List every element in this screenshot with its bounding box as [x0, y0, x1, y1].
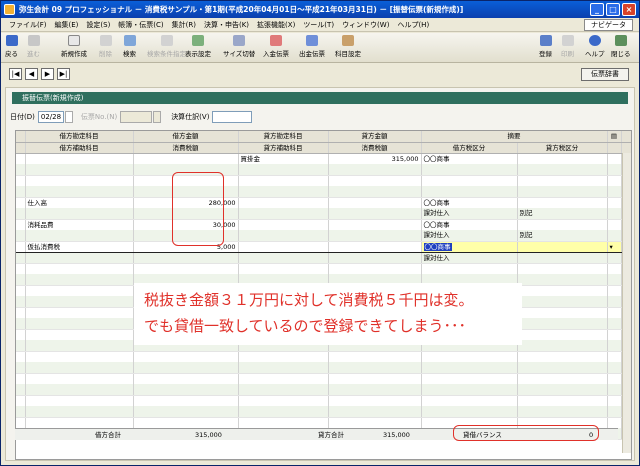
search-icon	[123, 35, 136, 46]
col-dr-tax: 消費税額	[133, 142, 239, 154]
window-title: 弥生会計 09 プロフェッショナル － 消費税サンプル・第1期(平成20年04月…	[19, 5, 464, 14]
prev-record-button[interactable]: ◀	[25, 68, 38, 80]
col-cr-sub-account: 貸方補助科目	[238, 142, 329, 154]
memo-icon[interactable]: ▤	[607, 131, 622, 143]
menu-tools[interactable]: ツール(T)	[299, 20, 338, 30]
table-row[interactable]: 仕入高 280,000 〇〇商事	[16, 196, 631, 208]
menu-edit[interactable]: 編集(E)	[51, 20, 83, 30]
help-icon	[588, 35, 601, 46]
search-condition-icon	[160, 35, 173, 46]
col-cr-tax-class: 貸方税区分	[517, 142, 608, 154]
new-document-icon	[68, 35, 80, 46]
back-button[interactable]: 戻る	[5, 35, 18, 58]
title-bar: 弥生会計 09 プロフェッショナル － 消費税サンプル・第1期(平成20年04月…	[1, 1, 639, 18]
menu-window[interactable]: ウィンドウ(W)	[338, 20, 393, 30]
minimize-button[interactable]: _	[590, 3, 604, 16]
table-row[interactable]: 消耗品費 30,000 〇〇商事	[16, 218, 631, 230]
forward-arrow-icon	[27, 35, 40, 46]
cr-total-value: 315,000	[383, 431, 410, 439]
col-memo: 摘要	[421, 131, 608, 143]
cr-total-label: 貸方合計	[318, 431, 344, 439]
annotation-callout: 税抜き金額３１万円に対して消費税５千円は変。 でも貸借一致しているので登録できて…	[134, 283, 522, 345]
col-dr-account: 借方勘定科目	[25, 131, 134, 143]
slip-no-input[interactable]	[120, 111, 153, 123]
col-dr-sub-account: 借方補助科目	[25, 142, 134, 154]
search-button[interactable]: 検索	[123, 35, 136, 58]
record-navigation: |◀ ◀ ▶ ▶| 伝票辞書	[1, 65, 639, 83]
annotation-line-1: 税抜き金額３１万円に対して消費税５千円は変。	[144, 291, 474, 309]
highlight-balance-box	[453, 425, 599, 441]
col-cr-amount: 貸方金額	[328, 131, 422, 143]
size-toggle-button[interactable]: サイズ切替	[223, 35, 255, 58]
receipt-slip-button[interactable]: 入金伝票	[263, 35, 289, 58]
dr-total-value: 315,000	[195, 431, 222, 439]
delete-icon	[99, 35, 112, 46]
search-condition-button[interactable]: 検索条件指定	[147, 35, 186, 58]
date-spinner[interactable]	[64, 111, 73, 123]
menu-books[interactable]: 帳簿・伝票(C)	[114, 20, 167, 30]
app-icon	[4, 4, 15, 15]
app-window: 弥生会計 09 プロフェッショナル － 消費税サンプル・第1期(平成20年04月…	[0, 0, 640, 466]
slip-no-spinner[interactable]	[153, 111, 162, 123]
help-button[interactable]: ヘルプ	[585, 35, 605, 58]
menu-extensions[interactable]: 拡張機能(X)	[253, 20, 299, 30]
maximize-button[interactable]: □	[606, 3, 620, 16]
register-button[interactable]: 登録	[539, 35, 552, 58]
col-dr-amount: 借方金額	[133, 131, 239, 143]
menu-settings[interactable]: 設定(S)	[82, 20, 114, 30]
dr-total-label: 借方合計	[95, 431, 121, 439]
new-button[interactable]: 新規作成	[61, 35, 87, 58]
close-button[interactable]: 閉じる	[611, 35, 631, 58]
last-record-button[interactable]: ▶|	[57, 68, 70, 80]
next-record-button[interactable]: ▶	[41, 68, 54, 80]
col-cr-account: 貸方勘定科目	[238, 131, 329, 143]
forward-button[interactable]: 進む	[27, 35, 40, 58]
display-settings-icon	[192, 35, 204, 46]
table-row-selected[interactable]: 仮払消費税 5,000 〇〇商事 ▾	[16, 240, 631, 253]
menu-aggregate[interactable]: 集計(R)	[168, 20, 200, 30]
payment-slip-button[interactable]: 出金伝票	[299, 35, 325, 58]
receipt-slip-icon	[270, 35, 282, 46]
payment-slip-icon	[306, 35, 318, 46]
date-label: 日付(D)	[10, 113, 35, 121]
menu-closing[interactable]: 決算・申告(K)	[200, 20, 253, 30]
navigator-button[interactable]: ナビゲータ	[584, 19, 633, 31]
close-window-button[interactable]: ×	[622, 3, 636, 16]
first-record-button[interactable]: |◀	[9, 68, 22, 80]
highlight-amounts-box	[172, 172, 224, 246]
display-settings-button[interactable]: 表示設定	[185, 35, 211, 58]
menu-help[interactable]: ヘルプ(H)	[393, 20, 433, 30]
slip-no-label: 伝票No.(N)	[80, 113, 118, 121]
col-dr-tax-class: 借方税区分	[421, 142, 518, 154]
panel-title: 振替伝票(新規作成)	[12, 92, 628, 104]
col-cr-tax: 消費税額	[328, 142, 422, 154]
account-settings-icon	[342, 35, 354, 46]
menu-bar: ファイル(F) 編集(E) 設定(S) 帳簿・伝票(C) 集計(R) 決算・申告…	[1, 18, 639, 32]
print-icon	[561, 35, 574, 46]
slip-dictionary-button[interactable]: 伝票辞書	[581, 68, 629, 81]
annotation-line-2: でも貸借一致しているので登録できてしまう･･･	[144, 317, 467, 335]
slip-panel: 振替伝票(新規作成) 日付(D) 02/28 伝票No.(N) 決算仕訳(V) …	[5, 87, 635, 461]
settlement-select[interactable]	[212, 111, 253, 123]
toolbar: 戻る 進む 新規作成 削除 検索 検索条件指定 表示設定 サイズ切替 入金伝票 …	[1, 33, 639, 63]
vertical-scrollbar[interactable]	[622, 153, 631, 453]
menu-file[interactable]: ファイル(F)	[5, 20, 51, 30]
print-button[interactable]: 印刷	[561, 35, 574, 58]
date-input[interactable]: 02/28	[37, 111, 64, 123]
delete-button[interactable]: 削除	[99, 35, 112, 58]
account-settings-button[interactable]: 科目設定	[335, 35, 361, 58]
back-arrow-icon	[5, 35, 18, 46]
table-row[interactable]: 買掛金 315,000 〇〇商事	[16, 152, 631, 164]
close-door-icon	[614, 35, 627, 46]
settlement-label: 決算仕訳(V)	[171, 113, 210, 121]
slip-header-fields: 日付(D) 02/28 伝票No.(N) 決算仕訳(V)	[10, 110, 253, 124]
register-icon	[539, 35, 552, 46]
size-toggle-icon	[233, 35, 246, 46]
memo-edit-cell[interactable]: 〇〇商事	[423, 242, 452, 251]
